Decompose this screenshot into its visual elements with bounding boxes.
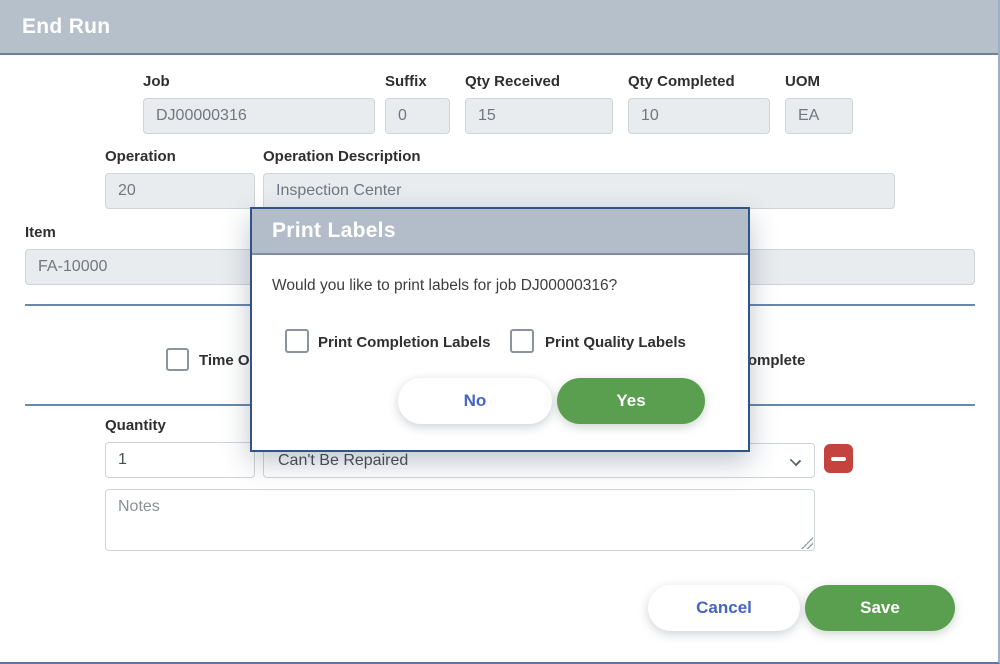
quantity-input[interactable] — [105, 442, 255, 478]
uom-field — [785, 98, 853, 134]
print-labels-modal: Print Labels Would you like to print lab… — [250, 207, 750, 452]
modal-header: Print Labels — [252, 209, 748, 255]
modal-title: Print Labels — [272, 219, 396, 243]
qty-received-label: Qty Received — [465, 73, 560, 90]
window-header: End Run — [0, 0, 998, 55]
notes-textarea[interactable] — [105, 489, 815, 551]
qty-completed-label: Qty Completed — [628, 73, 735, 90]
suffix-label: Suffix — [385, 73, 427, 90]
suffix-field — [385, 98, 450, 134]
minus-icon — [831, 457, 846, 461]
save-button[interactable]: Save — [805, 585, 955, 631]
quantity-label: Quantity — [105, 417, 166, 434]
qty-received-field — [465, 98, 613, 134]
reason-selected-value: Can't Be Repaired — [278, 452, 408, 470]
operation-field — [105, 173, 255, 209]
print-completion-labels-checkbox[interactable] — [285, 329, 309, 353]
cancel-button[interactable]: Cancel — [648, 585, 800, 631]
job-label: Job — [143, 73, 170, 90]
operation-label: Operation — [105, 148, 176, 165]
job-field — [143, 98, 375, 134]
no-button[interactable]: No — [398, 378, 552, 424]
uom-label: UOM — [785, 73, 820, 90]
operation-description-label: Operation Description — [263, 148, 421, 165]
item-label: Item — [25, 224, 56, 241]
time-only-checkbox[interactable] — [166, 348, 189, 371]
chevron-down-icon — [790, 455, 801, 466]
remove-row-button[interactable] — [824, 444, 853, 473]
end-run-dialog: End Run Job Suffix Qty Received Qty Comp… — [0, 0, 1000, 664]
qty-completed-field — [628, 98, 770, 134]
yes-button[interactable]: Yes — [557, 378, 705, 424]
print-quality-labels-checkbox[interactable] — [510, 329, 534, 353]
print-quality-labels-label: Print Quality Labels — [545, 334, 686, 351]
modal-message: Would you like to print labels for job D… — [272, 277, 617, 295]
window-title: End Run — [22, 15, 110, 39]
operation-description-field — [263, 173, 895, 209]
print-completion-labels-label: Print Completion Labels — [318, 334, 491, 351]
